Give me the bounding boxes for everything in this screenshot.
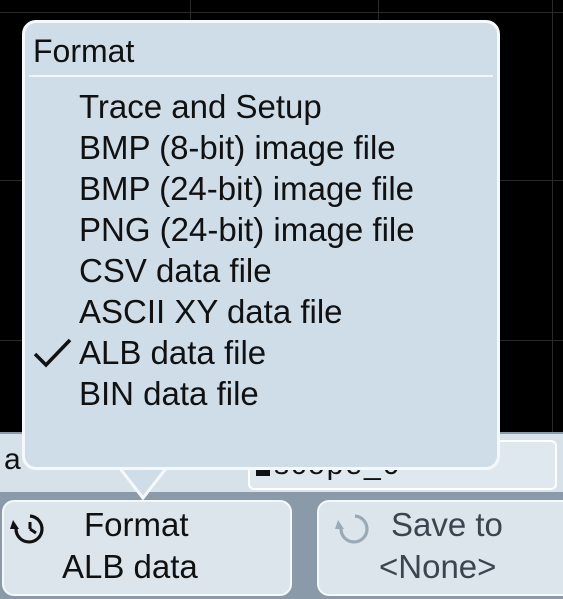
menu-item-label: BMP (8-bit) image file [79, 129, 396, 166]
menu-item-bmp-8bit[interactable]: BMP (8-bit) image file [25, 127, 499, 168]
menu-item-csv[interactable]: CSV data file [25, 250, 499, 291]
format-popup-menu: Format Trace and Setup BMP (8-bit) image… [22, 20, 500, 470]
menu-item-trace-and-setup[interactable]: Trace and Setup [25, 86, 499, 127]
menu-item-label: BMP (24-bit) image file [79, 170, 415, 207]
checkmark-icon [33, 338, 72, 368]
menu-item-alb[interactable]: ALB data file [25, 332, 499, 373]
save-to-softkey-value: <None> [379, 548, 497, 585]
menu-item-label: BIN data file [79, 375, 259, 412]
menu-item-label: Trace and Setup [79, 88, 322, 125]
menu-item-png-24bit[interactable]: PNG (24-bit) image file [25, 209, 499, 250]
menu-item-label: PNG (24-bit) image file [79, 211, 415, 248]
menu-item-label: ALB data file [79, 334, 267, 371]
format-softkey[interactable]: Format ALB data [2, 500, 292, 596]
format-softkey-value: ALB data [62, 548, 198, 585]
menu-item-ascii-xy[interactable]: ASCII XY data file [25, 291, 499, 332]
menu-item-bmp-24bit[interactable]: BMP (24-bit) image file [25, 168, 499, 209]
file-info-label: a [4, 443, 21, 476]
save-to-softkey-label: Save to [391, 506, 503, 543]
save-to-softkey[interactable]: Save to <None> [317, 500, 563, 596]
menu-item-label: CSV data file [79, 252, 272, 289]
format-softkey-label: Format [84, 506, 189, 543]
rotate-knob-icon [10, 514, 44, 544]
rotate-knob-icon [335, 514, 369, 544]
menu-divider [29, 75, 493, 77]
format-menu-title: Format [33, 33, 135, 69]
graticule-line [552, 0, 553, 439]
menu-item-label: ASCII XY data file [79, 293, 343, 330]
menu-item-bin[interactable]: BIN data file [25, 373, 499, 414]
graticule-line [0, 12, 563, 13]
